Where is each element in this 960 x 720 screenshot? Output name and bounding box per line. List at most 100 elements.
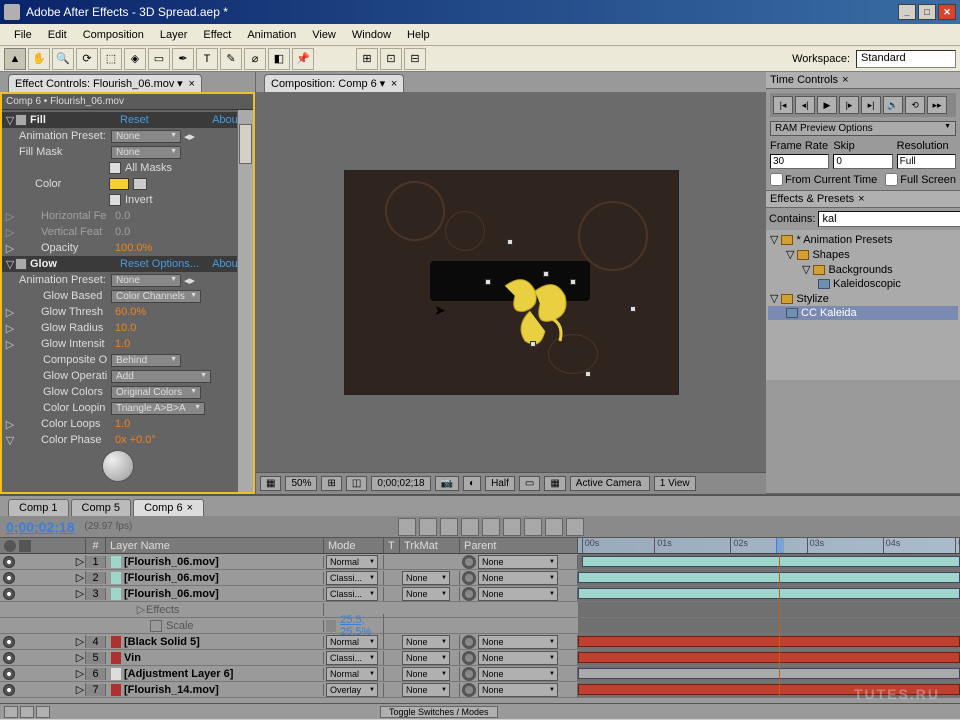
phase-dial[interactable] bbox=[102, 450, 134, 482]
menu-edit[interactable]: Edit bbox=[40, 27, 75, 43]
layer-row[interactable]: ▷ 6 Adjustment Layer 6 Normal None None bbox=[0, 666, 960, 682]
frame-rate-input[interactable] bbox=[770, 154, 829, 169]
transparency-icon[interactable]: ▦ bbox=[544, 476, 565, 491]
pan-behind-tool-icon[interactable]: ◈ bbox=[124, 48, 146, 70]
label-color[interactable] bbox=[111, 588, 121, 600]
rectangle-tool-icon[interactable]: ▭ bbox=[148, 48, 170, 70]
pickwhip-icon[interactable] bbox=[462, 555, 476, 569]
trkmat-select[interactable]: None bbox=[402, 587, 450, 601]
twirl-icon[interactable]: ▷ bbox=[75, 667, 85, 680]
brainstorm-icon[interactable] bbox=[524, 518, 542, 536]
fx-toggle-icon[interactable] bbox=[15, 114, 27, 126]
glow-colors-select[interactable]: Original Colors bbox=[111, 386, 201, 399]
selection-tool-icon[interactable]: ▲ bbox=[4, 48, 26, 70]
camera-tool-icon[interactable]: ⬚ bbox=[100, 48, 122, 70]
invert-checkbox[interactable] bbox=[109, 194, 121, 206]
preset-select[interactable]: None bbox=[111, 274, 181, 287]
layer-bar[interactable] bbox=[578, 684, 960, 695]
pickwhip-icon[interactable] bbox=[462, 667, 476, 681]
pickwhip-icon[interactable] bbox=[462, 683, 476, 697]
layer-name[interactable]: Flourish_14.mov bbox=[124, 684, 219, 696]
blend-mode-select[interactable]: Classi... bbox=[326, 651, 378, 665]
pickwhip-icon[interactable] bbox=[462, 651, 476, 665]
last-frame-button[interactable]: ▸| bbox=[861, 96, 881, 114]
menu-layer[interactable]: Layer bbox=[152, 27, 196, 43]
parent-select[interactable]: None bbox=[478, 555, 558, 569]
pickwhip-icon[interactable] bbox=[462, 571, 476, 585]
scrollbar[interactable] bbox=[237, 110, 253, 492]
layer-row[interactable]: ▷ 3 Flourish_06.mov Classi... None None bbox=[0, 586, 960, 602]
ec-tab[interactable]: Effect Controls: Flourish_06.mov ▾ × bbox=[8, 74, 202, 92]
rotate-tool-icon[interactable]: ⟳ bbox=[76, 48, 98, 70]
transform-handle[interactable] bbox=[530, 341, 536, 347]
audio-button[interactable]: 🔊 bbox=[883, 96, 903, 114]
tab-comp1[interactable]: Comp 1 bbox=[8, 499, 69, 516]
close-icon[interactable]: × bbox=[858, 193, 864, 205]
channel-icon[interactable]: ◐ bbox=[463, 476, 481, 491]
frameblend-icon[interactable] bbox=[482, 518, 500, 536]
zoom-tool-icon[interactable]: 🔍 bbox=[52, 48, 74, 70]
glow-thresh-value[interactable]: 60.0% bbox=[115, 306, 146, 318]
close-icon[interactable]: × bbox=[188, 78, 194, 90]
preset-next-icon[interactable]: ▸ bbox=[190, 274, 196, 287]
preset-next-icon[interactable]: ▸ bbox=[190, 130, 196, 143]
label-color[interactable] bbox=[111, 572, 121, 584]
fx-toggle-icon[interactable] bbox=[15, 258, 27, 270]
eraser-tool-icon[interactable]: ◧ bbox=[268, 48, 290, 70]
transform-handle[interactable] bbox=[507, 239, 513, 245]
pickwhip-icon[interactable] bbox=[462, 635, 476, 649]
tree-item[interactable]: ▽Backgrounds bbox=[768, 262, 958, 277]
visibility-toggle[interactable] bbox=[3, 556, 15, 568]
layer-name[interactable]: Flourish_06.mov bbox=[124, 588, 219, 600]
menu-animation[interactable]: Animation bbox=[239, 27, 304, 43]
label-color[interactable] bbox=[111, 668, 121, 680]
layer-row[interactable]: ▷ 2 Flourish_06.mov Classi... None None bbox=[0, 570, 960, 586]
toggle-switches-button[interactable]: Toggle Switches / Modes bbox=[380, 706, 498, 718]
parent-select[interactable]: None bbox=[478, 651, 558, 665]
trkmat-select[interactable]: None bbox=[402, 667, 450, 681]
label-color[interactable] bbox=[111, 652, 121, 664]
layer-name[interactable]: Adjustment Layer 6 bbox=[124, 668, 233, 680]
view-select[interactable]: 1 View bbox=[654, 476, 696, 491]
tab-comp5[interactable]: Comp 5 bbox=[71, 499, 132, 516]
scroll-thumb[interactable] bbox=[239, 124, 252, 164]
parent-select[interactable]: None bbox=[478, 635, 558, 649]
visibility-toggle[interactable] bbox=[3, 668, 15, 680]
composite-select[interactable]: Behind bbox=[111, 354, 181, 367]
layer-name[interactable]: Flourish_06.mov bbox=[124, 556, 219, 568]
comp-tab[interactable]: Composition: Comp 6 ▾ × bbox=[264, 74, 404, 92]
grid-icon[interactable]: ⊞ bbox=[321, 476, 341, 491]
tree-item[interactable]: ▽Shapes bbox=[768, 247, 958, 262]
twirl-icon[interactable]: ▽ bbox=[5, 258, 15, 271]
blend-mode-select[interactable]: Overlay bbox=[326, 683, 378, 697]
layer-row[interactable]: ▷ 1 Flourish_06.mov Normal None bbox=[0, 554, 960, 570]
loop-button[interactable]: ⟲ bbox=[905, 96, 925, 114]
twirl-icon[interactable]: ▷ bbox=[5, 322, 15, 335]
twirl-icon[interactable]: ▽ bbox=[770, 233, 778, 246]
pen-tool-icon[interactable]: ✒ bbox=[172, 48, 194, 70]
label-color[interactable] bbox=[111, 556, 121, 568]
chevron-down-icon[interactable]: ▾ bbox=[380, 78, 386, 90]
opacity-value[interactable]: 100.0% bbox=[115, 242, 152, 254]
menu-view[interactable]: View bbox=[304, 27, 344, 43]
tree-item[interactable]: ▽* Animation Presets bbox=[768, 232, 958, 247]
snapshot-icon[interactable]: 📷 bbox=[435, 476, 459, 491]
visibility-toggle[interactable] bbox=[3, 588, 15, 600]
maximize-button[interactable]: □ bbox=[918, 4, 936, 20]
hand-tool-icon[interactable]: ✋ bbox=[28, 48, 50, 70]
name-col[interactable]: Layer Name bbox=[106, 538, 324, 553]
menu-window[interactable]: Window bbox=[344, 27, 399, 43]
layer-row[interactable]: ▷ 4 Black Solid 5 Normal None None bbox=[0, 634, 960, 650]
menu-file[interactable]: File bbox=[6, 27, 40, 43]
from-current-checkbox[interactable] bbox=[770, 173, 783, 186]
pickwhip-icon[interactable] bbox=[462, 587, 476, 601]
transform-handle[interactable] bbox=[485, 279, 491, 285]
tab-comp6[interactable]: Comp 6× bbox=[133, 499, 204, 516]
transform-handle[interactable] bbox=[585, 371, 591, 377]
blend-mode-select[interactable]: Normal bbox=[326, 555, 378, 569]
tree-item[interactable]: ▽Stylize bbox=[768, 291, 958, 306]
twirl-icon[interactable]: ▷ bbox=[5, 226, 15, 239]
glow-radius-value[interactable]: 10.0 bbox=[115, 322, 136, 334]
axis-local-icon[interactable]: ⊡ bbox=[380, 48, 402, 70]
hideshylayers-icon[interactable] bbox=[461, 518, 479, 536]
